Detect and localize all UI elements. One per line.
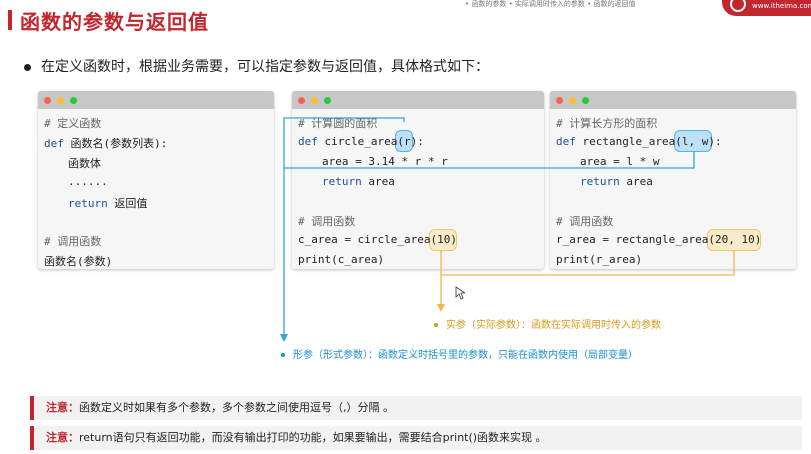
actual-param-annotation: 实参（实际参数）：函数在实际调用时传入的参数 (434, 316, 661, 331)
note-multiple-params: 注意：函数定义时如果有多个参数，多个参数之间使用逗号（,）分隔 。 (30, 396, 802, 420)
connector-lines (280, 117, 735, 342)
dot-icon (434, 323, 438, 327)
note-return-statement: 注意：return语句只有返回功能，而没有输出打印的功能，如果要输出，需要结合p… (30, 426, 802, 450)
mouse-cursor-icon (455, 286, 465, 300)
note-text: return语句只有返回功能，而没有输出打印的功能，如果要输出，需要结合prin… (79, 431, 547, 444)
note-text: 函数定义时如果有多个参数，多个参数之间使用逗号（,）分隔 。 (79, 401, 394, 414)
dot-icon (281, 353, 285, 357)
formal-param-annotation: 形参（形式参数）：函数定义时括号里的参数，只能在函数内使用（局部变量） (281, 346, 638, 361)
